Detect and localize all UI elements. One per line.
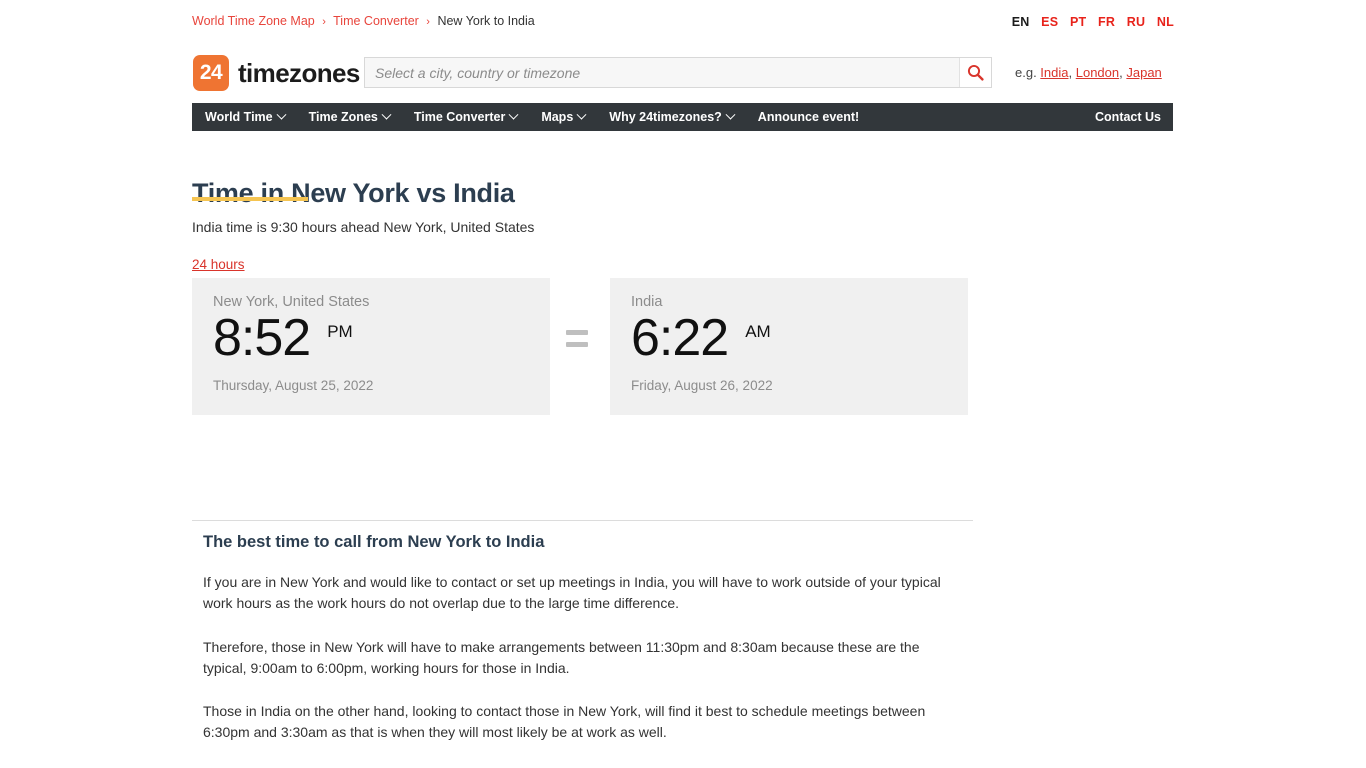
search-box — [364, 57, 992, 88]
time-card-new-york[interactable]: New York, United States 8:52 PM Thursday… — [192, 278, 550, 415]
example-link-japan[interactable]: Japan — [1126, 65, 1161, 80]
chevron-down-icon — [276, 109, 287, 120]
examples-prefix: e.g. — [1015, 65, 1041, 80]
toggle-24-hours-link[interactable]: 24 hours — [192, 257, 245, 272]
breadcrumb-item-time-converter[interactable]: Time Converter — [333, 14, 419, 28]
example-link-india[interactable]: India — [1040, 65, 1068, 80]
card-time-value: 6:22 — [631, 309, 729, 367]
nav-item-announce-event[interactable]: Announce event! — [746, 103, 871, 131]
chevron-down-icon — [725, 109, 736, 120]
chevron-down-icon — [381, 109, 392, 120]
article-heading: The best time to call from New York to I… — [203, 533, 545, 551]
nav-item-world-time[interactable]: World Time — [192, 103, 297, 131]
breadcrumb-item-current: New York to India — [437, 14, 535, 28]
time-difference-subtitle: India time is 9:30 hours ahead New York,… — [192, 219, 535, 235]
search-examples: e.g. India, London, Japan — [1015, 65, 1162, 80]
card-date-label: Friday, August 26, 2022 — [631, 378, 773, 393]
examples-separator: , — [1068, 65, 1076, 80]
card-time-row: 8:52 PM — [213, 312, 550, 364]
page-title: Time in New York vs India — [192, 178, 515, 209]
language-nl[interactable]: NL — [1157, 15, 1174, 29]
card-time-value: 8:52 — [213, 309, 311, 367]
page-root: World Time Zone Map › Time Converter › N… — [0, 0, 1366, 768]
equals-bar-bottom — [566, 342, 588, 347]
nav-label: Contact Us — [1095, 110, 1161, 124]
nav-label: Time Zones — [308, 110, 378, 124]
nav-item-contact-us[interactable]: Contact Us — [1083, 103, 1173, 131]
nav-label: World Time — [205, 110, 273, 124]
article-paragraph: Those in India on the other hand, lookin… — [203, 703, 926, 741]
chevron-down-icon — [508, 109, 519, 120]
breadcrumb-separator: › — [426, 16, 430, 28]
logo-wordmark: timezones — [238, 57, 360, 88]
card-city-label: New York, United States — [213, 294, 370, 310]
nav-label: Why 24timezones? — [609, 110, 722, 124]
card-city-label: India — [631, 294, 663, 310]
breadcrumb: World Time Zone Map › Time Converter › N… — [192, 14, 535, 28]
search-button[interactable] — [959, 58, 991, 87]
example-link-london[interactable]: London — [1076, 65, 1119, 80]
search-icon — [967, 64, 984, 81]
logo-badge-24: 24 — [193, 55, 229, 91]
search-input[interactable] — [365, 58, 959, 87]
nav-item-time-converter[interactable]: Time Converter — [402, 103, 529, 131]
language-fr[interactable]: FR — [1098, 15, 1115, 29]
article-paragraph: Therefore, those in New York will have t… — [203, 638, 920, 676]
article-paragraph: If you are in New York and would like to… — [203, 574, 941, 612]
article-section: The best time to call from New York to I… — [203, 533, 963, 768]
nav-label: Maps — [541, 110, 574, 124]
language-switcher: EN ES PT FR RU NL — [1012, 15, 1174, 29]
nav-label: Time Converter — [413, 110, 506, 124]
main-navigation: World Time Time Zones Time Converter Map… — [192, 103, 1173, 131]
chevron-down-icon — [576, 109, 587, 120]
nav-item-why-24timezones[interactable]: Why 24timezones? — [597, 103, 746, 131]
equals-icon — [566, 330, 588, 347]
equals-bar-top — [566, 330, 588, 335]
site-logo[interactable]: 24 timezones — [193, 55, 360, 91]
card-time-row: 6:22 AM — [631, 312, 968, 364]
time-card-india[interactable]: India 6:22 AM Friday, August 26, 2022 — [610, 278, 968, 415]
language-es[interactable]: ES — [1041, 15, 1058, 29]
breadcrumb-separator: › — [322, 16, 326, 28]
card-date-label: Thursday, August 25, 2022 — [213, 378, 374, 393]
title-underline-rule — [192, 197, 308, 201]
nav-item-maps[interactable]: Maps — [529, 103, 597, 131]
nav-label: Announce event! — [757, 110, 860, 124]
breadcrumb-item-world-time-zone-map[interactable]: World Time Zone Map — [192, 14, 315, 28]
language-pt[interactable]: PT — [1070, 15, 1086, 29]
language-ru[interactable]: RU — [1127, 15, 1145, 29]
nav-item-time-zones[interactable]: Time Zones — [297, 103, 402, 131]
card-ampm-label: PM — [327, 322, 353, 341]
card-ampm-label: AM — [745, 322, 771, 341]
language-en[interactable]: EN — [1012, 15, 1030, 29]
section-divider — [192, 520, 973, 521]
